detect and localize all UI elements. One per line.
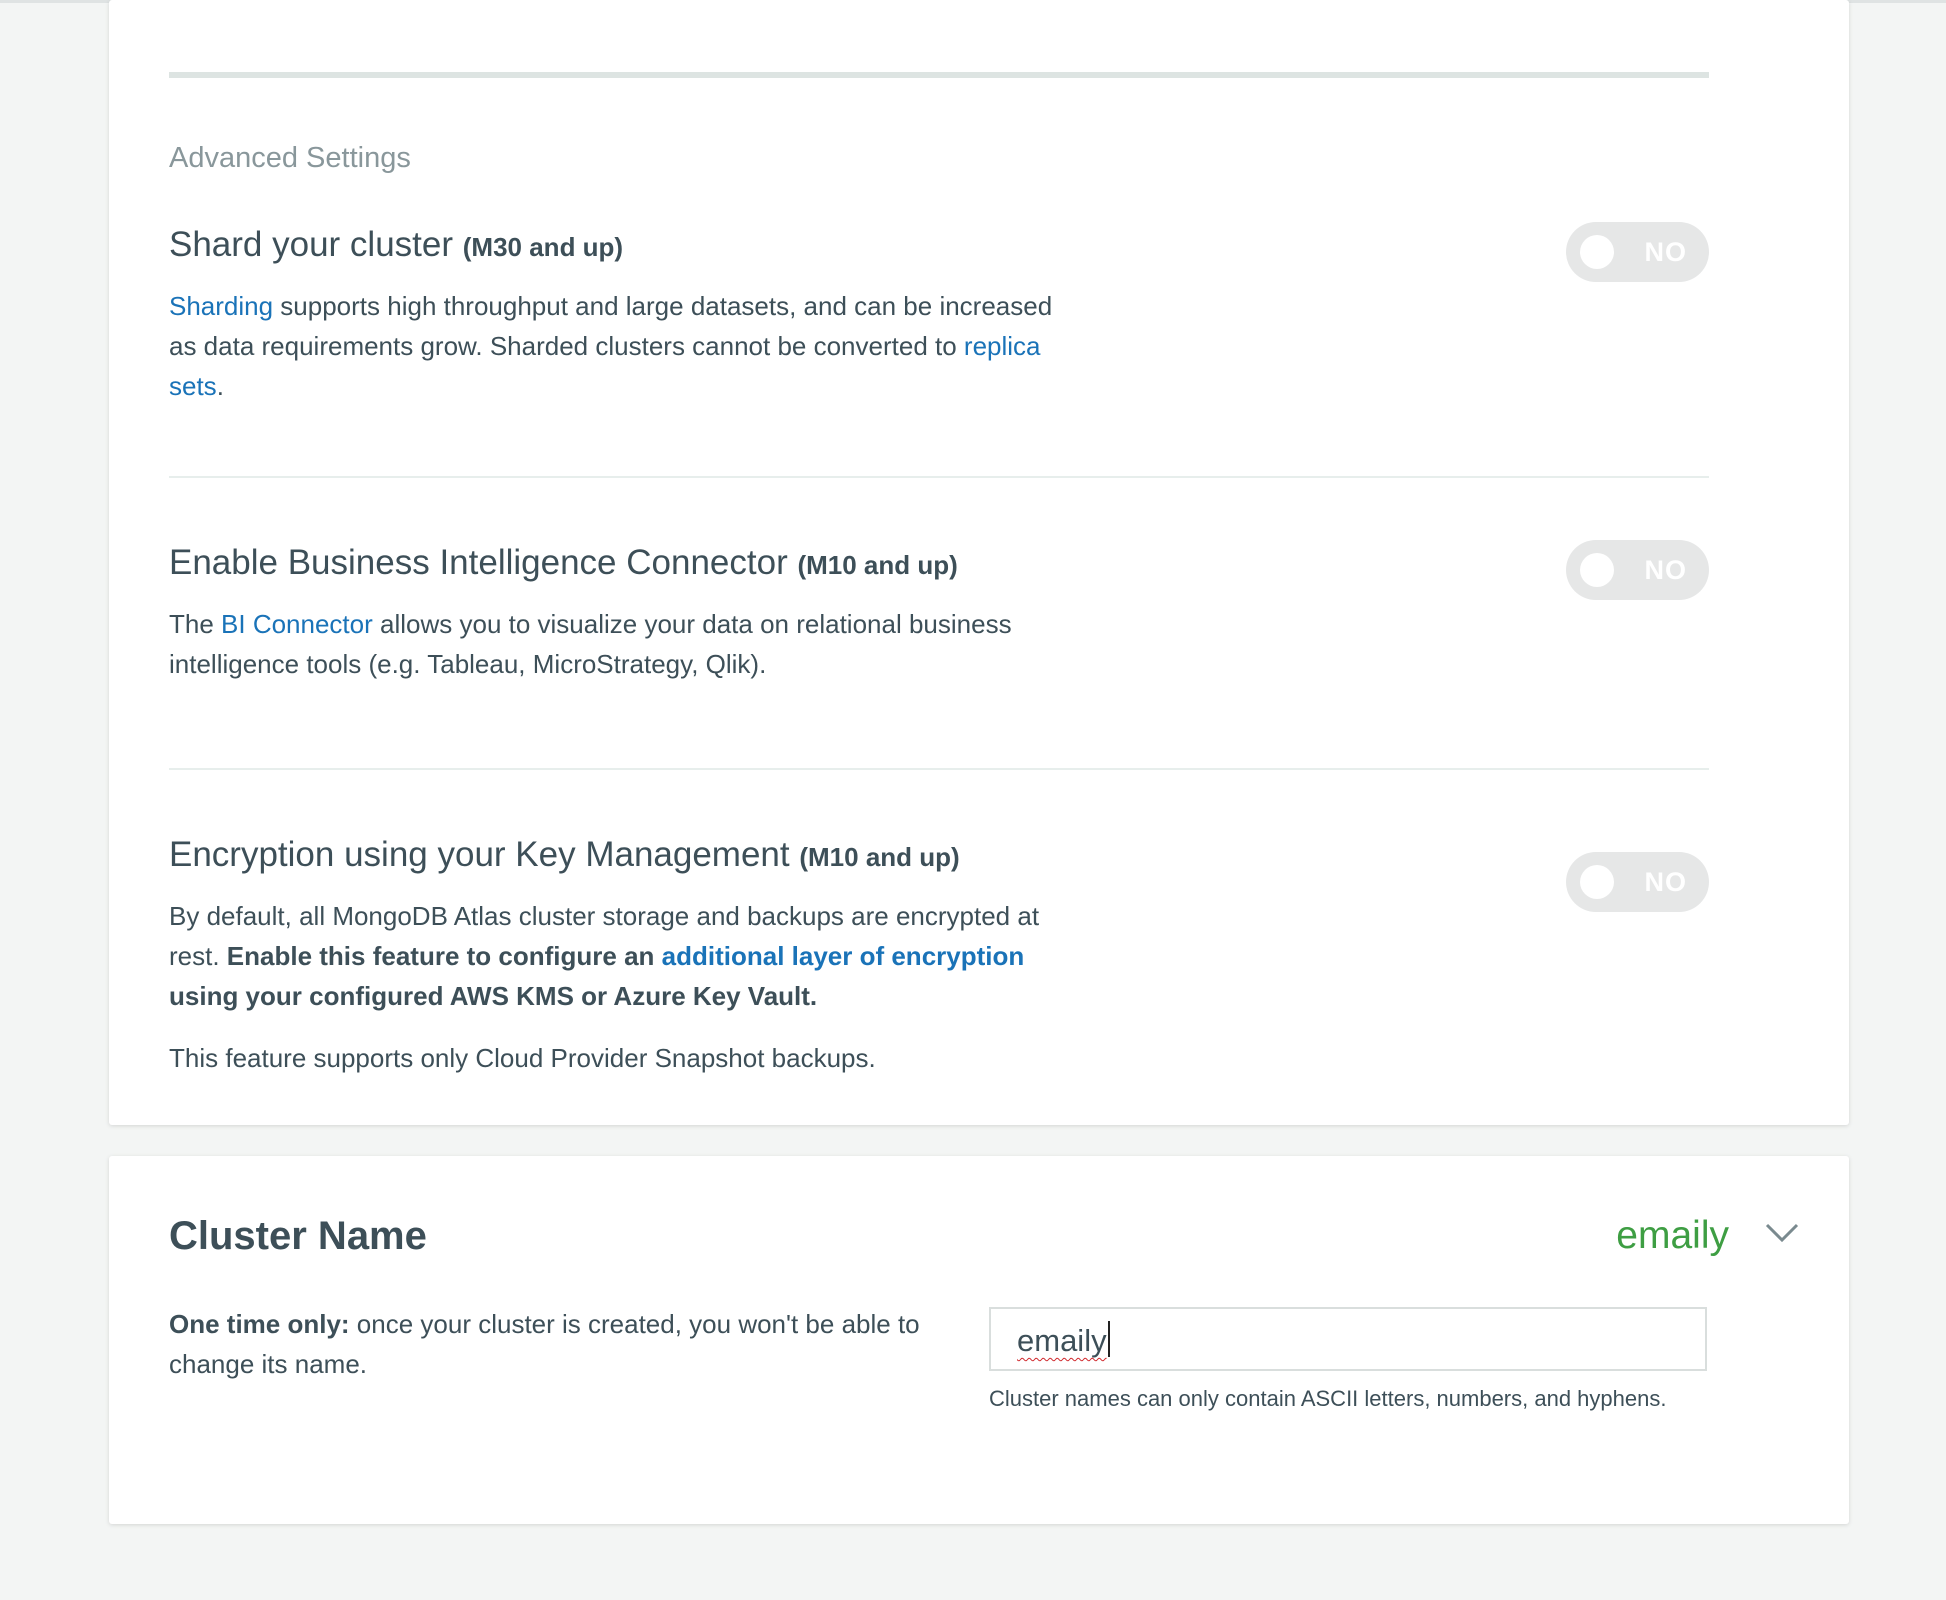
setting-description: Sharding supports high throughput and la…: [169, 286, 1069, 406]
setting-title: Enable Business Intelligence Connector (…: [169, 540, 1709, 588]
desc-text: supports high throughput and large datas…: [169, 291, 1053, 361]
cluster-name-input[interactable]: emaily: [989, 1307, 1707, 1371]
cluster-name-help: Cluster names can only contain ASCII let…: [989, 1386, 1667, 1411]
setting-title: Shard your cluster (M30 and up): [169, 222, 1709, 270]
input-value: emaily: [1017, 1323, 1107, 1358]
section-divider: [169, 72, 1709, 78]
text-caret: [1107, 1321, 1110, 1357]
advanced-settings-card: Advanced Settings Shard your cluster (M3…: [109, 0, 1849, 1125]
setting-title-text: Shard your cluster: [169, 225, 454, 264]
setting-shard-cluster: Shard your cluster (M30 and up) Sharding…: [169, 222, 1709, 406]
toggle-knob: [1580, 553, 1614, 587]
desc-bold-text: using your configured AWS KMS or Azure K…: [169, 981, 818, 1011]
one-time-label: One time only:: [169, 1309, 350, 1339]
sharding-link[interactable]: Sharding: [169, 291, 273, 321]
bi-connector-link[interactable]: BI Connector: [221, 609, 373, 639]
cluster-name-card: Cluster Name emaily One time only: once …: [109, 1156, 1849, 1524]
shard-toggle[interactable]: NO: [1566, 222, 1709, 282]
desc-bold-text: Enable this feature to configure an: [226, 941, 662, 971]
toggle-knob: [1580, 235, 1614, 269]
setting-title: Encryption using your Key Management (M1…: [169, 832, 1709, 880]
divider: [169, 768, 1709, 770]
toggle-label: NO: [1644, 555, 1687, 585]
setting-title-text: Enable Business Intelligence Connector: [169, 543, 788, 582]
desc-text: The: [169, 609, 222, 639]
toggle-knob: [1580, 865, 1614, 899]
bi-connector-toggle[interactable]: NO: [1566, 540, 1709, 600]
setting-description: By default, all MongoDB Atlas cluster st…: [169, 896, 1069, 1016]
tier-requirement: (M10 and up): [799, 842, 960, 872]
setting-bi-connector: Enable Business Intelligence Connector (…: [169, 540, 1709, 684]
encryption-toggle[interactable]: NO: [1566, 852, 1709, 912]
tier-requirement: (M10 and up): [797, 550, 958, 580]
advanced-settings-heading: Advanced Settings: [169, 142, 411, 174]
tier-requirement: (M30 and up): [462, 232, 624, 262]
setting-encryption: Encryption using your Key Management (M1…: [169, 832, 1709, 1078]
cluster-name-description: One time only: once your cluster is crea…: [169, 1304, 929, 1384]
encryption-layer-link[interactable]: additional layer of encryption: [662, 941, 1025, 971]
divider: [169, 476, 1709, 478]
setting-title-text: Encryption using your Key Management: [169, 835, 790, 874]
chevron-down-icon[interactable]: [1765, 1222, 1799, 1244]
toggle-label: NO: [1644, 237, 1687, 267]
desc-text: .: [216, 371, 224, 401]
setting-description: The BI Connector allows you to visualize…: [169, 604, 1069, 684]
cluster-name-title: Cluster Name: [169, 1214, 427, 1258]
toggle-label: NO: [1644, 867, 1687, 897]
cluster-name-summary[interactable]: emaily: [1616, 1214, 1729, 1258]
setting-note: This feature supports only Cloud Provide…: [169, 1043, 876, 1073]
